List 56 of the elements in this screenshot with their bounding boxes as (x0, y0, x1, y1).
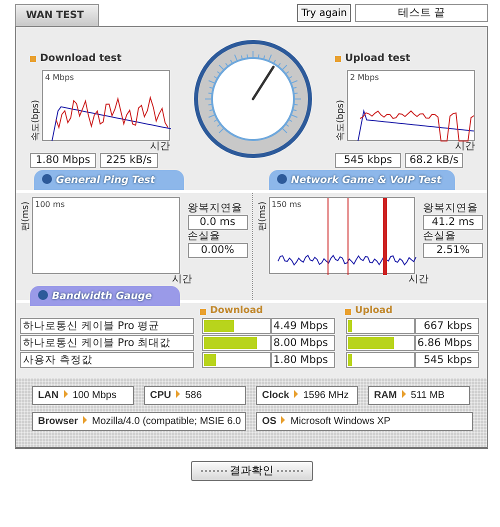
info-label: OS (262, 416, 276, 427)
panel-title: Upload test (345, 52, 410, 66)
bandwidth-value: 4.49 Mbps (271, 318, 335, 334)
section-header: Network Game & VoIP Test (269, 170, 455, 190)
try-again-button[interactable]: Try again (297, 4, 351, 22)
bandwidth-value: 667 kbps (415, 318, 479, 334)
axis-label: 시간 (149, 141, 170, 153)
info-label: CPU (150, 390, 172, 401)
bytes-value: 68.2 kB/s (405, 153, 463, 168)
tab[interactable]: WAN TEST (15, 4, 99, 26)
axis-label: 편(ms) (256, 200, 268, 231)
bandwidth-value: 8.00 Mbps (271, 335, 335, 351)
rate-value: 545 kbps (335, 153, 401, 168)
info-value: 586 (185, 390, 202, 401)
rate-value: 1.80 Mbps (30, 153, 96, 168)
loss-value: 2.51% (423, 243, 483, 258)
loss-label: 손실율 (423, 230, 457, 243)
loss-label: 손실율 (188, 230, 222, 243)
info-label: Browser (38, 416, 78, 427)
info-label: LAN (38, 390, 59, 401)
axis-max-label: 150 ms (272, 199, 302, 211)
panel-title: Download test (40, 52, 122, 66)
axis-max-label: 2 Mbps (350, 72, 379, 84)
latency-label: 왕복지연율 (423, 202, 479, 215)
result-button[interactable]: 결과확인 (190, 461, 312, 481)
info-value: 1596 MHz (303, 390, 349, 401)
bandwidth-value: 1.80 Mbps (271, 352, 335, 368)
column-header: Download (210, 304, 263, 318)
section-header: Bandwidth Gauge (30, 286, 180, 306)
info-value: Mozilla/4.0 (compatible; MSIE 6.0 (92, 416, 241, 427)
row-label: 하나로통신 케이블 Pro 평균 (20, 318, 194, 334)
axis-label: 속도(bps) (335, 98, 347, 141)
axis-max-label: 4 Mbps (45, 72, 74, 84)
axis-label: 편(ms) (20, 200, 32, 231)
info-label: RAM (374, 390, 397, 401)
status-field: 테스트 끝 (355, 4, 488, 22)
row-label: 사용자 측정값 (20, 352, 194, 368)
info-value: 100 Mbps (72, 390, 116, 401)
row-label: 하나로통신 케이블 Pro 최대값 (20, 335, 194, 351)
bandwidth-value: 545 kbps (415, 352, 479, 368)
bytes-value: 225 kB/s (100, 153, 158, 168)
axis-label: 속도(bps) (30, 98, 42, 141)
bandwidth-value: 6.86 Mbps (415, 335, 479, 351)
column-header: Upload (355, 304, 393, 318)
latency-label: 왕복지연율 (188, 202, 244, 215)
axis-label: 시간 (454, 141, 475, 153)
axis-max-label: 100 ms (35, 199, 65, 211)
loss-value: 0.00% (188, 243, 248, 258)
info-label: Clock (262, 390, 290, 401)
latency-value: 41.2 ms (423, 215, 483, 230)
info-value: Microsoft Windows XP (290, 416, 390, 427)
axis-label: 시간 (408, 274, 428, 286)
info-value: 511 MB (410, 390, 445, 401)
section-header: General Ping Test (34, 170, 184, 190)
axis-label: 시간 (171, 274, 192, 286)
latency-value: 0.0 ms (188, 215, 248, 230)
